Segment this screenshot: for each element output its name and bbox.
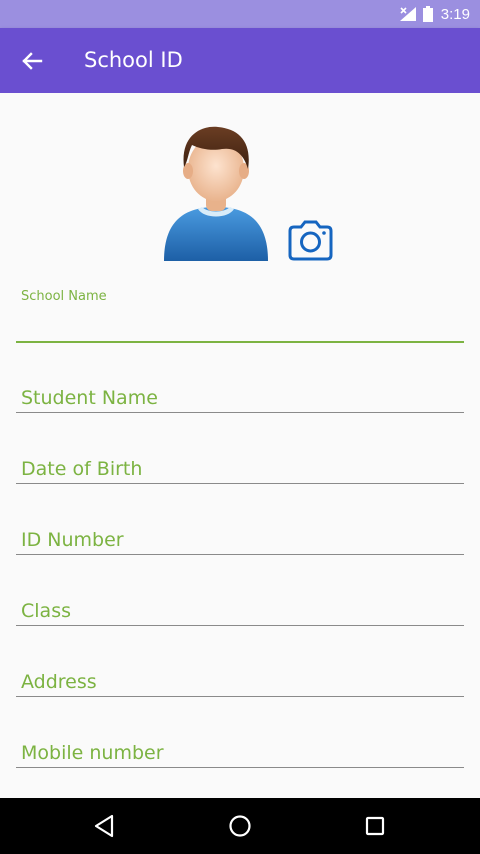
field-underline [16,767,464,768]
battery-icon [422,6,433,22]
field-underline [16,412,464,413]
id-number-field[interactable]: ID Number [16,515,464,555]
form-content: School Name Student Name Date of Birth I… [0,93,480,798]
home-icon [229,815,251,837]
field-underline [16,554,464,555]
status-icons: 3:19 [399,5,470,23]
navigation-bar [0,798,480,854]
camera-icon [288,220,333,261]
status-time: 3:19 [440,5,470,23]
date-of-birth-field[interactable]: Date of Birth [16,444,464,484]
mobile-number-label: Mobile number [21,742,164,764]
field-underline [16,696,464,697]
nav-back-button[interactable] [90,812,118,840]
class-label: Class [21,600,71,622]
back-button[interactable] [18,47,46,75]
arrow-back-icon [22,52,43,70]
nav-home-button[interactable] [226,812,254,840]
recents-icon [365,816,385,836]
field-underline [16,625,464,626]
page-title: School ID [84,48,183,72]
avatar-icon[interactable] [160,123,272,263]
id-number-label: ID Number [21,529,124,551]
back-icon [94,814,114,838]
date-of-birth-label: Date of Birth [21,458,143,480]
class-field[interactable]: Class [16,586,464,626]
signal-icon [399,7,416,21]
field-underline [16,483,464,484]
status-bar: 3:19 [0,0,480,28]
student-name-label: Student Name [21,387,158,409]
school-name-field[interactable]: School Name [16,289,464,343]
nav-recents-button[interactable] [361,812,389,840]
field-underline [16,341,464,343]
mobile-number-field[interactable]: Mobile number [16,728,464,768]
address-label: Address [21,671,97,693]
camera-button[interactable] [286,219,334,261]
app-bar: School ID [0,28,480,93]
school-name-label: School Name [21,289,107,304]
student-name-field[interactable]: Student Name [16,373,464,413]
address-field[interactable]: Address [16,657,464,697]
